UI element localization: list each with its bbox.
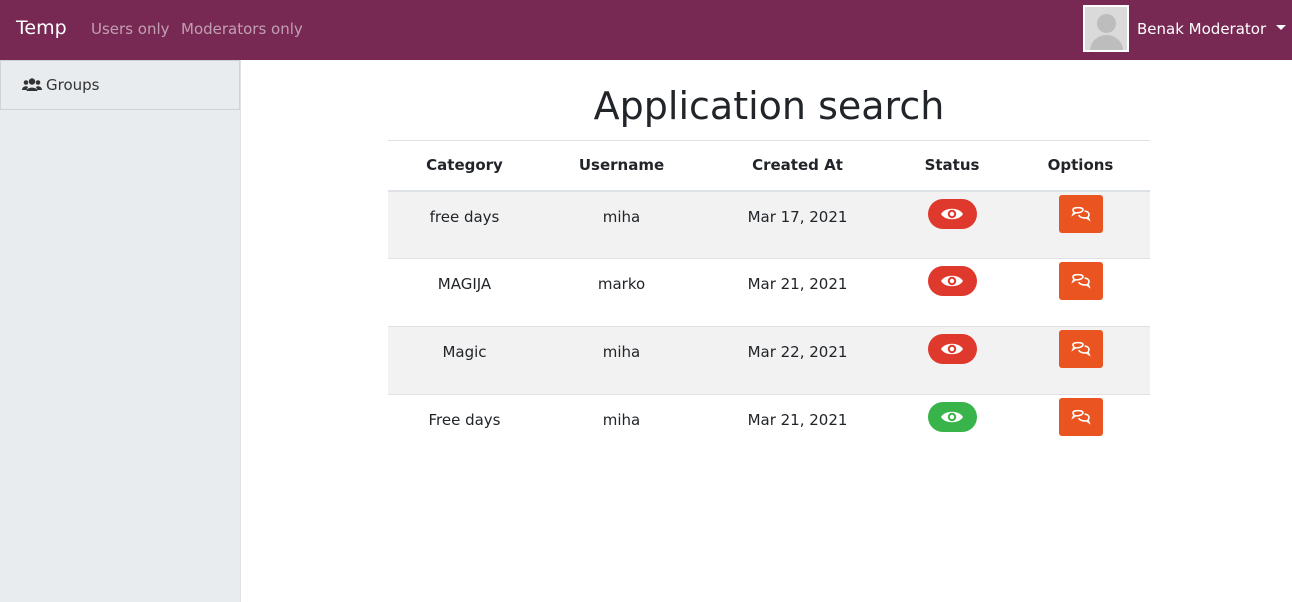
comments-icon [1070,409,1091,425]
cell-username: marko [597,275,646,293]
status-view-button[interactable] [927,266,977,296]
users-icon [22,78,42,91]
comments-icon [1070,206,1091,222]
column-header-category: Category [426,156,503,175]
status-view-button[interactable] [927,402,977,432]
comments-icon [1070,273,1091,289]
sidebar-item-label: Groups [46,76,100,94]
comments-icon [1070,341,1091,357]
cell-created-at: Mar 21, 2021 [747,275,848,293]
column-header-options: Options [1047,156,1114,175]
column-header-status: Status [924,156,980,175]
nav-link-moderators-only[interactable]: Moderators only [181,20,303,38]
cell-category: Free days [428,411,501,429]
column-header-username: Username [578,156,665,175]
cell-category: Magic [442,343,487,361]
column-header-created-at: Created At [752,156,843,175]
status-view-button[interactable] [927,198,977,229]
comments-button[interactable] [1058,194,1103,233]
table-row: Magic miha Mar 22, 2021 [388,326,1150,395]
top-navbar: Temp Users only Moderators only Benak Mo… [0,0,1292,60]
cell-username: miha [602,207,641,226]
eye-icon [941,343,963,355]
page-title: Application search [593,84,945,128]
table-row: Free days miha Mar 21, 2021 [388,394,1150,463]
comments-button[interactable] [1058,398,1103,436]
caret-down-icon [1276,25,1287,30]
cell-category: free days [429,207,500,226]
user-name: Benak Moderator [1137,19,1267,38]
cell-username: miha [602,343,641,361]
status-view-button[interactable] [927,334,977,364]
comments-button[interactable] [1058,262,1103,300]
sidebar-item-groups[interactable]: Groups [0,60,240,110]
user-menu-toggle[interactable]: Benak Moderator [1083,5,1287,52]
cell-category: MAGIJA [437,275,492,293]
eye-icon [941,275,963,287]
eye-icon [941,208,963,219]
table-row: free days miha Mar 17, 2021 [388,190,1150,259]
brand-link[interactable]: Temp [16,17,67,39]
table-header-row: Category Username Created At Status Opti… [388,140,1150,191]
cell-username: miha [602,411,641,429]
applications-table: Category Username Created At Status Opti… [388,140,1150,463]
table-row: MAGIJA marko Mar 21, 2021 [388,258,1150,327]
cell-created-at: Mar 21, 2021 [747,411,848,429]
cell-created-at: Mar 17, 2021 [747,207,848,226]
avatar [1083,5,1129,52]
nav-link-users-only[interactable]: Users only [91,20,170,38]
eye-icon [941,411,963,423]
comments-button[interactable] [1058,330,1103,368]
sidebar: Groups [0,60,241,602]
cell-created-at: Mar 22, 2021 [747,343,848,361]
